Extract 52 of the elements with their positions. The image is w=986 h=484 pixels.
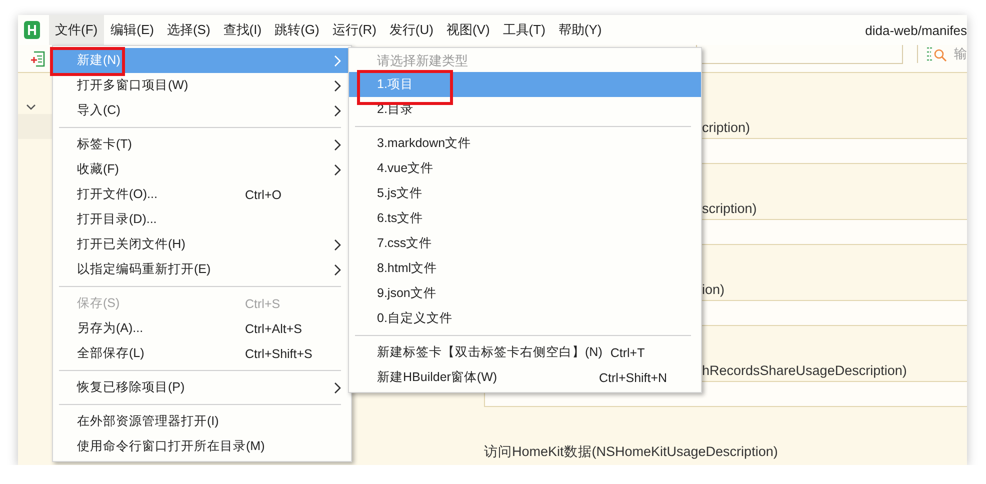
menu-entry[interactable]: 0.自定义文件 [349, 306, 701, 331]
menu-entry[interactable]: 标签卡(T) [53, 132, 351, 157]
menu-item[interactable]: 文件(F) [49, 15, 104, 45]
setting-label: scription) [702, 200, 757, 218]
chevron-down-icon[interactable] [26, 103, 36, 111]
chevron-right-icon [333, 382, 341, 394]
menu-entry[interactable]: 6.ts文件 [349, 206, 701, 231]
chevron-right-icon [333, 104, 341, 116]
menu-entry[interactable]: 8.html文件 [349, 256, 701, 281]
chevron-right-icon [333, 164, 341, 176]
app-logo-icon [24, 21, 40, 39]
menu-entry[interactable]: 5.js文件 [349, 181, 701, 206]
menu-entry[interactable]: 恢复已移除项目(P) [53, 375, 351, 400]
menu-item[interactable]: 视图(V) [440, 15, 496, 45]
menu-entry[interactable]: 使用命令行窗口打开所在目录(M) [53, 434, 351, 459]
menu-entry[interactable]: 打开多窗口项目(W) [53, 73, 351, 98]
menu-entry[interactable]: 打开文件(O)... Ctrl+O [53, 182, 351, 207]
menu-entry[interactable]: 新建HBuilder窗体(W) Ctrl+Shift+N [349, 365, 701, 390]
menu-item[interactable]: 查找(I) [217, 15, 268, 45]
new-file-icon[interactable] [30, 50, 46, 66]
search-icon [926, 46, 948, 62]
chevron-right-icon [333, 54, 341, 66]
setting-label: cription) [702, 119, 750, 137]
chevron-right-icon [333, 138, 341, 150]
menu-item[interactable]: 跳转(G) [268, 15, 326, 45]
setting-label: 访问HomeKit数据(NSHomeKitUsageDescription) [484, 443, 778, 461]
menu-item[interactable]: 发行(U) [383, 15, 440, 45]
menu-entry[interactable]: 4.vue文件 [349, 156, 701, 181]
menu-entry[interactable]: 导入(C) [53, 98, 351, 123]
menu-entry[interactable]: 7.css文件 [349, 231, 701, 256]
menu-entry[interactable]: 收藏(F) [53, 157, 351, 182]
menu-item[interactable]: 编辑(E) [104, 15, 160, 45]
setting-label: hRecordsShareUsageDescription) [702, 362, 907, 380]
menu-item[interactable]: 帮助(Y) [552, 15, 608, 45]
chevron-right-icon [333, 80, 341, 92]
chevron-right-icon [333, 238, 341, 250]
menu-entry[interactable]: 全部保存(L) Ctrl+Shift+S [53, 341, 351, 366]
menu-entry[interactable]: 在外部资源管理器打开(I) [53, 409, 351, 434]
menu-entry[interactable]: 打开目录(D)... [53, 207, 351, 232]
menu-entry[interactable]: 以指定编码重新打开(E) [53, 257, 351, 282]
setting-label: ion) [702, 281, 725, 299]
window-title: dida-web/manifes [865, 22, 967, 38]
menu-entry[interactable]: 新建标签卡【双击标签卡右侧空白】(N) Ctrl+T [349, 340, 701, 365]
menu-entry[interactable]: 另存为(A)... Ctrl+Alt+S [53, 316, 351, 341]
menu-entry[interactable]: 打开已关闭文件(H) [53, 232, 351, 257]
menu-item[interactable]: 工具(T) [496, 15, 552, 45]
menu-item[interactable]: 运行(R) [326, 15, 382, 45]
menu-item[interactable]: 选择(S) [160, 15, 216, 45]
menu-entry[interactable]: 9.json文件 [349, 281, 701, 306]
menu-entry[interactable]: 3.markdown文件 [349, 131, 701, 156]
submenu-header: 请选择新建类型 [376, 52, 469, 70]
chevron-right-icon [333, 264, 341, 276]
